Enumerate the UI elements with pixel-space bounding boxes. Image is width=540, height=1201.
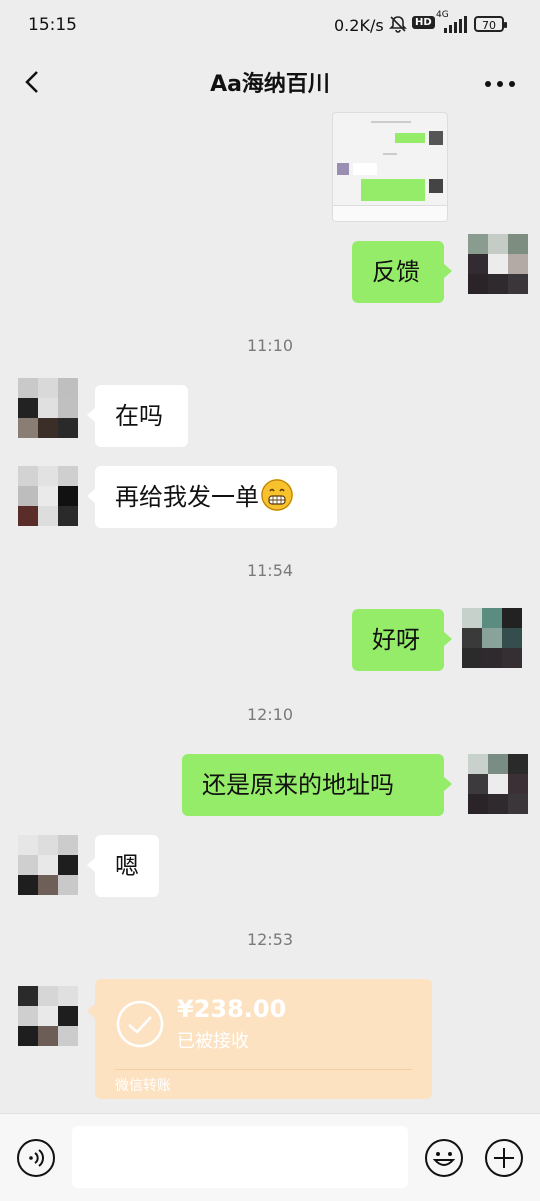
contact-avatar[interactable] [18, 466, 78, 526]
emoji-icon[interactable] [424, 1138, 464, 1178]
signal-icon [440, 16, 468, 38]
transfer-card[interactable]: ¥238.00 已被接收 微信转账 [87, 979, 432, 1099]
message-text: 再给我发一单 [115, 483, 259, 511]
chat-header: Aa海纳百川 [0, 52, 540, 112]
transfer-divider [115, 1069, 412, 1070]
network-speed: 0.2K/s [334, 16, 384, 35]
input-bar [0, 1113, 540, 1201]
outgoing-message[interactable]: 反馈 [352, 241, 452, 303]
grin-emoji-icon [261, 479, 293, 511]
bell-muted-icon [388, 14, 408, 38]
incoming-message[interactable]: 再给我发一单 [87, 466, 337, 528]
outgoing-message[interactable]: 好呀 [352, 609, 452, 671]
my-avatar[interactable] [468, 234, 528, 294]
plus-icon[interactable] [484, 1138, 524, 1178]
timestamp: 12:53 [246, 930, 294, 949]
timestamp: 11:54 [246, 561, 294, 580]
my-avatar[interactable] [462, 608, 522, 668]
transfer-amount: ¥238.00 [177, 995, 287, 1023]
more-horizontal-icon[interactable] [478, 62, 522, 102]
incoming-message[interactable]: 在吗 [87, 385, 188, 447]
contact-avatar[interactable] [18, 378, 78, 438]
check-circle-icon [115, 999, 165, 1049]
battery-indicator: 70 [474, 16, 507, 32]
image-message-thumbnail[interactable] [332, 112, 448, 222]
outgoing-message[interactable]: 还是原来的地址吗 [182, 754, 452, 816]
my-avatar[interactable] [468, 754, 528, 814]
transfer-label: 微信转账 [115, 1078, 171, 1094]
transfer-status: 已被接收 [177, 1031, 249, 1052]
chat-title: Aa海纳百川 [210, 72, 330, 97]
timestamp: 11:10 [246, 336, 294, 355]
contact-avatar[interactable] [18, 986, 78, 1046]
status-time: 15:15 [28, 15, 77, 35]
contact-avatar[interactable] [18, 835, 78, 895]
timestamp: 12:10 [246, 705, 294, 724]
status-bar: 15:15 0.2K/s HD 4G 70 [0, 0, 540, 52]
voice-icon[interactable] [16, 1138, 56, 1178]
incoming-message[interactable]: 嗯 [87, 835, 159, 897]
hd-badge: HD [412, 16, 435, 29]
message-input[interactable] [72, 1126, 408, 1188]
